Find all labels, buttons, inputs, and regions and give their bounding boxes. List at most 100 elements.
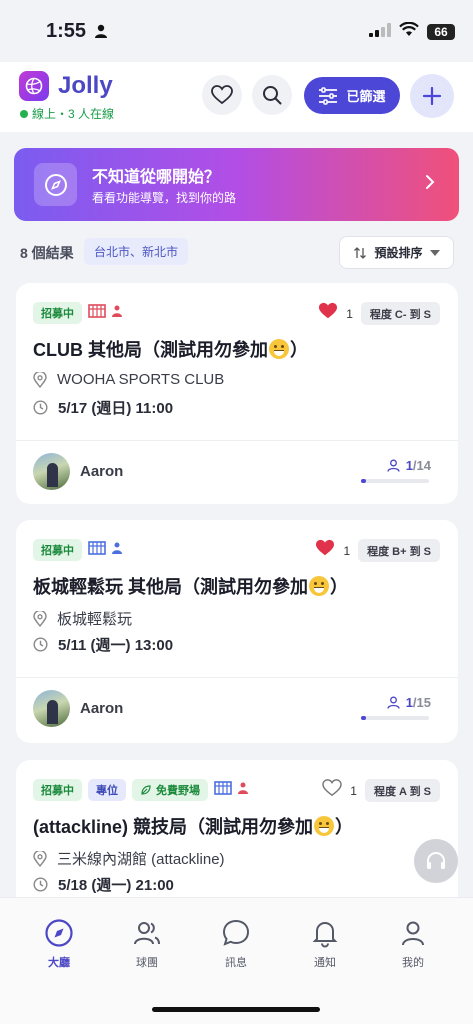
card-title: (attackline) 競技局（測試用勿參加 ）: [33, 813, 353, 839]
card-tags: 招募中: [33, 302, 122, 324]
region-chip[interactable]: 台北市、新北市: [84, 238, 189, 265]
favorites-button[interactable]: [202, 75, 242, 115]
card-location: 板城輕鬆玩: [33, 608, 132, 629]
location-pin-icon: [33, 371, 47, 388]
card-title: CLUB 其他局（測試用勿參加 ）: [33, 336, 308, 362]
online-status: 線上・3 人在線: [20, 105, 114, 122]
card-title-suffix: ）: [335, 817, 354, 837]
results-count: 8 個結果: [20, 245, 74, 261]
nav-label: 通知: [314, 957, 336, 969]
court-icon: [88, 303, 106, 323]
heart-outline-icon[interactable]: [322, 779, 342, 802]
nav-item-groups[interactable]: 球團: [112, 918, 182, 970]
heart-filled-icon[interactable]: [315, 539, 335, 562]
recruiting-tag: 招募中: [33, 539, 82, 561]
location-text: WOOHA SPORTS CLUB: [57, 371, 225, 388]
card-title-text: (attackline) 競技局（測試用勿參加: [33, 817, 314, 837]
court-icon: [214, 780, 232, 800]
person-icon: [94, 24, 108, 43]
gender-icon: [112, 541, 122, 559]
signal-icon: [369, 22, 391, 42]
card-title-suffix: ）: [330, 577, 348, 597]
gender-icon: [238, 781, 248, 799]
card-location: 三米線內湖館 (attackline): [33, 848, 225, 869]
host-info[interactable]: Aaron: [33, 690, 123, 727]
free-court-label: 免費野場: [156, 785, 200, 797]
online-text: 線上・3 人在線: [32, 107, 115, 121]
card-tags: 招募中: [33, 539, 122, 561]
capacity-indicator: 1/15: [361, 695, 431, 720]
wifi-icon: [399, 21, 419, 42]
compass-icon: [45, 919, 73, 947]
game-card[interactable]: 招募中 1 程度 B+ 到 S 板城輕鬆玩 其他局（測試用勿參加 ） 板城輕鬆玩 …: [16, 520, 458, 743]
heart-outline-icon: [211, 85, 233, 105]
nav-item-notifications[interactable]: 通知: [290, 918, 360, 970]
game-card[interactable]: 招募中 1 程度 C- 到 S CLUB 其他局（測試用勿參加 ） WOOHA S…: [16, 283, 458, 504]
time-text: 5/17 (週日) 11:00: [58, 400, 174, 417]
online-dot-icon: [20, 109, 28, 118]
capacity-max: /14: [412, 458, 431, 473]
capacity-bar: [361, 479, 429, 483]
grin-emoji-icon: [309, 576, 329, 596]
capacity-fill: [361, 716, 366, 720]
support-button[interactable]: [414, 839, 458, 883]
nav-label: 球團: [136, 957, 158, 969]
grin-emoji-icon: [314, 816, 335, 836]
nav-item-profile[interactable]: 我的: [378, 918, 448, 970]
home-indicator: [152, 1007, 320, 1012]
clock-icon: [33, 637, 48, 652]
nav-label: 大廳: [48, 957, 70, 969]
card-title-text: CLUB 其他局（測試用勿參加: [33, 340, 268, 360]
like-count: 1: [343, 543, 351, 558]
nav-label: 訊息: [225, 957, 247, 969]
sort-label: 預設排序: [374, 246, 423, 260]
location-pin-icon: [33, 850, 47, 867]
card-divider: [16, 440, 458, 441]
card-time: 5/17 (週日) 11:00: [33, 397, 173, 418]
joined-count: 1: [405, 458, 413, 473]
host-name: Aaron: [80, 463, 124, 480]
bell-icon: [312, 922, 338, 948]
free-court-tag: 免費野場: [132, 779, 208, 801]
bottom-nav: 大廳 球團 訊息 通知 我的: [0, 897, 473, 1024]
add-button[interactable]: [410, 74, 454, 118]
sort-dropdown[interactable]: 預設排序: [339, 236, 454, 269]
status-time: 1:55: [46, 20, 87, 42]
heart-filled-icon[interactable]: [318, 302, 338, 325]
recruiting-tag: 招募中: [33, 779, 82, 801]
grin-emoji-icon: [269, 339, 289, 359]
level-badge: 程度 C- 到 S: [360, 302, 440, 325]
avatar: [33, 690, 70, 727]
card-title-suffix: ）: [290, 340, 308, 360]
host-info[interactable]: Aaron: [33, 453, 123, 490]
search-button[interactable]: [252, 75, 292, 115]
filter-label: 已篩選: [346, 89, 386, 104]
game-card[interactable]: 招募中 專位 免費野場 1 程度 A 到 S (attackline) 競技局（…: [16, 760, 458, 920]
host-name: Aaron: [80, 700, 124, 717]
capacity-indicator: 1/14: [361, 458, 431, 483]
caret-down-icon: [429, 249, 440, 256]
app-logo-icon: [19, 71, 49, 101]
filter-button[interactable]: 已篩選: [304, 77, 400, 114]
like-count: 1: [350, 783, 357, 798]
capacity-label: 1/14: [361, 458, 431, 473]
card-meta: 1 程度 B+ 到 S: [315, 539, 440, 562]
app-header: Jolly 線上・3 人在線 已篩選: [0, 62, 473, 132]
user-icon: [387, 696, 400, 709]
court-icon: [88, 540, 106, 560]
recruiting-tag: 招募中: [33, 302, 82, 324]
user-icon: [402, 921, 424, 946]
status-indicators: 66: [369, 21, 455, 42]
compass-icon: [34, 163, 77, 206]
capacity-bar: [361, 716, 429, 720]
capacity-label: 1/15: [361, 695, 431, 710]
battery-indicator: 66: [427, 24, 455, 40]
chevron-right-icon: [425, 174, 435, 195]
nav-label: 我的: [402, 957, 424, 969]
capacity-fill: [361, 479, 366, 483]
card-title: 板城輕鬆玩 其他局（測試用勿參加 ）: [33, 573, 348, 599]
plus-icon: [422, 86, 442, 106]
nav-item-lobby[interactable]: 大廳: [24, 918, 94, 970]
nav-item-messages[interactable]: 訊息: [201, 918, 271, 970]
feature-tour-banner[interactable]: 不知道從哪開始？ 看看功能導覽，找到你的路: [14, 148, 459, 221]
